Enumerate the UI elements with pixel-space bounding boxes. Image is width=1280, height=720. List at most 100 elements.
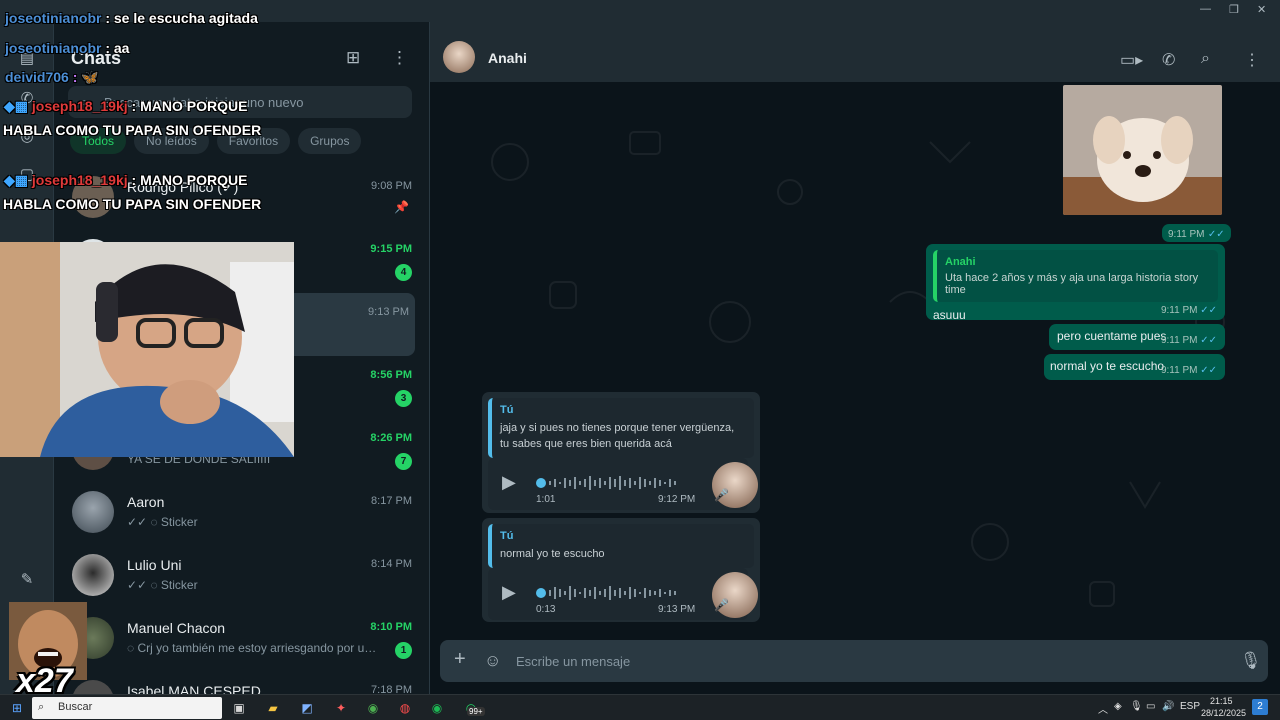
network-icon[interactable]: ▭ xyxy=(1146,701,1155,712)
conversation-header: Anahi ▭▸ ✆ ⌕ ⋮ xyxy=(430,22,1280,82)
quote-text: Uta hace 2 años y más y aja una larga hi… xyxy=(945,272,1199,296)
close-button[interactable]: ✕ xyxy=(1257,3,1266,16)
contact-name[interactable]: Anahi xyxy=(488,50,527,66)
badge-icon: ◆▦ xyxy=(4,172,32,188)
task-view-icon[interactable]: ▣ xyxy=(230,699,248,717)
chat-text: : 🦋 xyxy=(68,69,99,85)
message-time: 9:11 PM xyxy=(1160,365,1198,376)
outgoing-message[interactable]: pero cuentame pues 9:11 PM ✓✓ xyxy=(1049,324,1225,350)
quote-text: jaja y si pues no tienes porque tener ve… xyxy=(500,422,735,450)
waveform[interactable] xyxy=(536,474,686,492)
play-icon[interactable]: ▶ xyxy=(502,472,516,493)
app-icon[interactable]: ✦ xyxy=(332,699,350,717)
contact-avatar[interactable] xyxy=(443,41,475,73)
spotify-icon[interactable]: ◉ xyxy=(428,699,446,717)
quote-author: Tú xyxy=(500,404,514,416)
new-chat-icon[interactable]: ⊞ xyxy=(346,48,360,68)
incoming-voice-message[interactable]: Tú jaja y si pues no tienes porque tener… xyxy=(482,392,760,513)
quote-text: normal yo te escucho xyxy=(500,548,605,560)
microphone-icon[interactable]: 🎙 xyxy=(1130,701,1143,712)
chrome-icon[interactable]: ◉ xyxy=(364,699,382,717)
outgoing-message[interactable]: normal yo te escucho 9:11 PM ✓✓ xyxy=(1044,354,1225,380)
sticker-time-bubble: 9:11 PM ✓✓ xyxy=(1162,224,1231,242)
obs-icon[interactable]: ◍ xyxy=(396,699,414,717)
chat-time: 8:56 PM xyxy=(370,369,412,381)
attach-plus-icon[interactable]: + xyxy=(454,648,466,671)
notification-badge: 99+ xyxy=(467,707,485,716)
chat-time: 8:10 PM xyxy=(370,621,412,633)
search-icon: ⌕ xyxy=(38,701,45,713)
chat-username: joseph18_19kj xyxy=(31,98,128,114)
incoming-voice-message[interactable]: Tú normal yo te escucho ▶ 0:13 9:13 PM 🎤 xyxy=(482,518,760,622)
play-icon[interactable]: ▶ xyxy=(502,582,516,603)
tray-app-icon[interactable]: ◈ xyxy=(1114,701,1122,712)
chat-list-item[interactable]: Manuel Chacon 8:10 PM ◌ Crj yo también m… xyxy=(54,608,424,671)
edit-icon[interactable]: ✎ xyxy=(14,567,40,593)
quoted-message[interactable]: Tú normal yo te escucho xyxy=(488,524,754,568)
pin-icon: 📌 xyxy=(394,200,409,214)
mic-icon[interactable]: 🎙 xyxy=(1240,651,1262,671)
message-time: 9:12 PM xyxy=(658,494,696,505)
app-icon[interactable]: ◩ xyxy=(298,699,316,717)
chat-name: Manuel Chacon xyxy=(127,620,226,636)
mic-icon: 🎤 xyxy=(714,598,729,612)
file-explorer-icon[interactable]: ▰ xyxy=(264,699,282,717)
message-meta: 9:11 PM ✓✓ xyxy=(1161,365,1217,376)
unread-badge: 4 xyxy=(395,264,412,281)
taskbar-search-label: Buscar xyxy=(58,701,93,713)
message-meta: 9:11 PM ✓✓ xyxy=(1161,305,1217,316)
chat-list-item[interactable]: Lulio Uni 8:14 PM ✓✓ ◌ Sticker xyxy=(54,545,424,608)
quote-author: Tú xyxy=(500,530,514,542)
chat-text: HABLA COMO TU PAPA SIN OFENDER xyxy=(3,122,262,138)
voice-call-icon[interactable]: ✆ xyxy=(1162,50,1175,70)
message-time: 9:13 PM xyxy=(658,604,696,615)
chat-text: : MANO PORQUE xyxy=(127,172,248,188)
clock-date[interactable]: 28/12/2025 xyxy=(1201,708,1246,718)
quoted-message[interactable]: Tú jaja y si pues no tienes porque tener… xyxy=(488,398,754,458)
stream-chat-line: ◆▦ joseph18_19kj : MANO PORQUE xyxy=(4,98,247,115)
tray-chevron-icon[interactable]: ︿ xyxy=(1098,701,1108,716)
sticker-image[interactable] xyxy=(1063,85,1222,215)
chat-time: 9:13 PM xyxy=(368,306,409,318)
voice-duration: 0:13 xyxy=(536,604,556,615)
chat-text: : se le escucha agitada xyxy=(101,10,258,26)
chat-name: Aaron xyxy=(127,494,165,510)
minimize-button[interactable]: — xyxy=(1200,3,1211,15)
maximize-button[interactable]: ❐ xyxy=(1229,3,1239,16)
stream-chat-line: HABLA COMO TU PAPA SIN OFENDER xyxy=(3,122,261,138)
notification-center-icon[interactable]: 2 xyxy=(1252,699,1268,715)
stream-chat-line: joseotinianobr : se le escucha agitada xyxy=(5,10,258,26)
chat-time: 8:14 PM xyxy=(371,558,412,570)
chat-username: deivid706 xyxy=(5,69,69,85)
outgoing-message-quoted[interactable]: Anahi Uta hace 2 años y más y aja una la… xyxy=(926,244,1225,322)
avatar xyxy=(72,554,114,596)
message-text: pero cuentame pues xyxy=(1057,329,1167,343)
chat-list-item[interactable]: Aaron 8:17 PM ✓✓ ◌ Sticker xyxy=(54,482,424,545)
chat-name: Isabel MAN CESPED xyxy=(127,683,261,694)
puppy-sticker xyxy=(1063,85,1222,215)
voice-player: ▶ 1:01 9:12 PM 🎤 xyxy=(488,458,758,510)
volume-icon[interactable]: 🔊 xyxy=(1162,701,1174,712)
language-indicator[interactable]: ESP xyxy=(1180,701,1200,712)
unread-badge: 3 xyxy=(395,390,412,407)
message-time: 9:11 PM xyxy=(1160,335,1198,346)
chat-list-item[interactable]: Isabel MAN CESPED 7:18 PM xyxy=(54,671,424,694)
video-call-icon[interactable]: ▭▸ xyxy=(1120,50,1143,70)
message-time: 9:11 PM xyxy=(1160,305,1198,316)
filter-grupos[interactable]: Grupos xyxy=(298,128,362,154)
menu-icon[interactable]: ⋮ xyxy=(1244,50,1260,70)
taskbar-search[interactable]: ⌕ Buscar xyxy=(32,697,222,719)
clock-time[interactable]: 21:15 xyxy=(1210,696,1233,706)
chat-text: HABLA COMO TU PAPA SIN OFENDER xyxy=(3,196,262,212)
stream-chat-line: HABLA COMO TU PAPA SIN OFENDER xyxy=(3,196,261,212)
windows-start-icon[interactable]: ⊞ xyxy=(8,699,26,717)
message-input[interactable] xyxy=(516,640,1216,682)
chat-time: 8:26 PM xyxy=(370,432,412,444)
quoted-message[interactable]: Anahi Uta hace 2 años y más y aja una la… xyxy=(933,250,1218,302)
search-icon[interactable]: ⌕ xyxy=(1201,50,1210,68)
emoji-icon[interactable]: ☺ xyxy=(484,651,501,671)
waveform[interactable] xyxy=(536,584,686,602)
quote-author: Anahi xyxy=(945,256,976,268)
menu-icon[interactable]: ⋮ xyxy=(391,48,408,68)
message-meta: 9:11 PM ✓✓ xyxy=(1161,335,1217,346)
